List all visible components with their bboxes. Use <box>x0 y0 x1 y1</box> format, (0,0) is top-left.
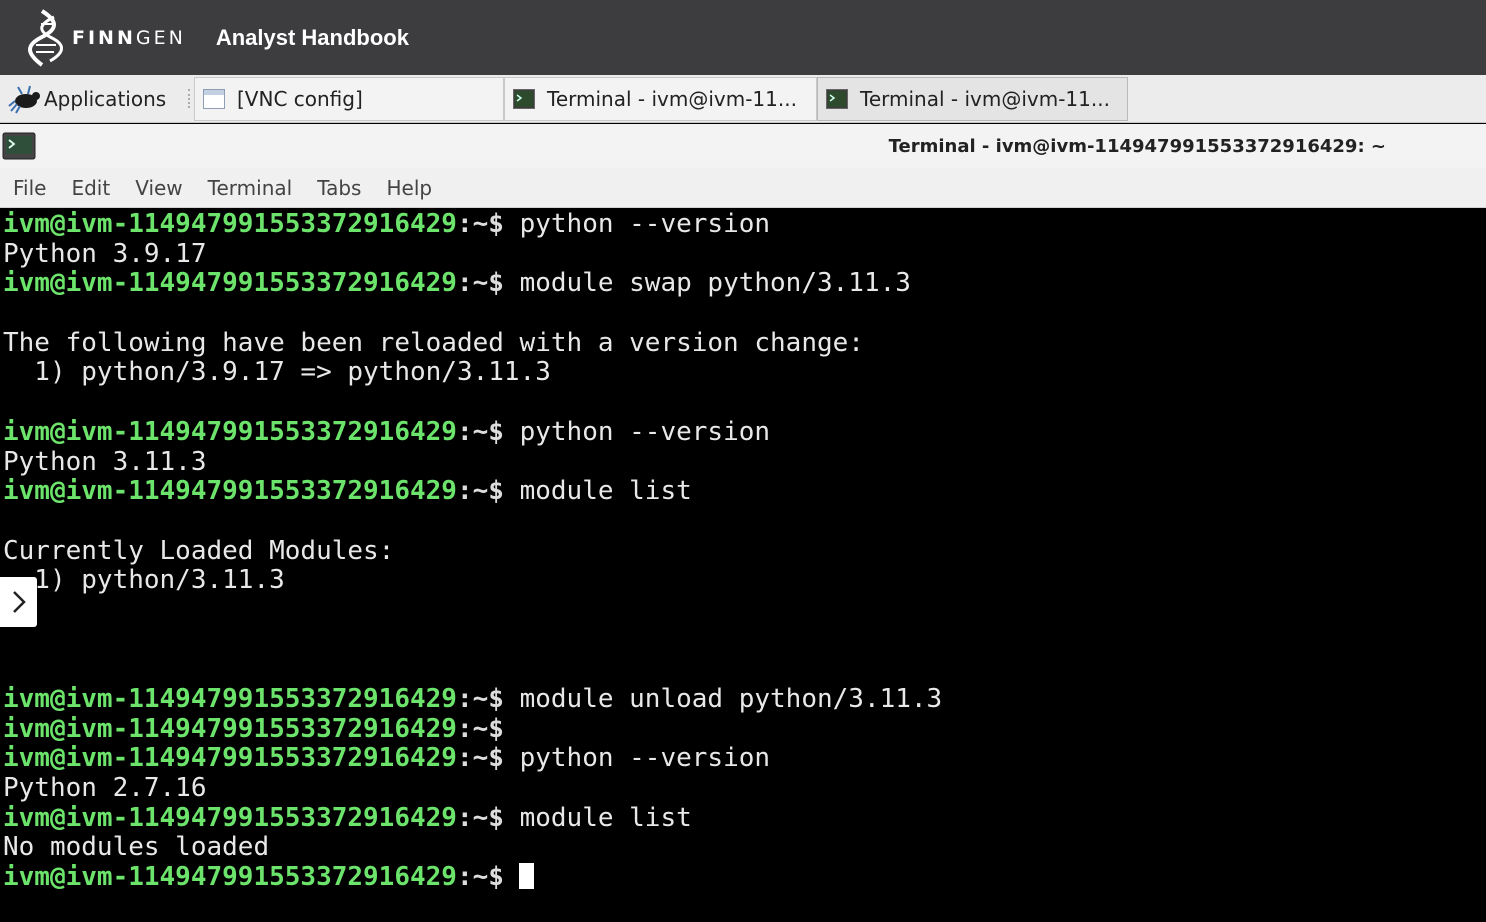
prompt-suffix: :~$ <box>456 209 504 239</box>
site-title[interactable]: Analyst Handbook <box>216 25 409 51</box>
task-vnc-config[interactable]: [VNC config] <box>194 77 504 121</box>
shell-prompt: ivm@ivm-114947991553372916429 <box>3 802 457 833</box>
command-text: module unload python/3.11.3 <box>503 684 943 714</box>
terminal-command-line: ivm@ivm-114947991553372916429:~$ python … <box>3 209 1486 240</box>
shell-prompt: ivm@ivm-114947991553372916429 <box>3 476 457 507</box>
shell-prompt: ivm@ivm-114947991553372916429 <box>3 713 457 744</box>
terminal-command-line: ivm@ivm-114947991553372916429:~$ module … <box>3 802 1486 834</box>
terminal-command-line: ivm@ivm-114947991553372916429:~$ python … <box>3 416 1486 448</box>
sidebar-expand-button[interactable] <box>0 577 37 627</box>
command-text: python --version <box>503 416 771 447</box>
terminal-command-line: ivm@ivm-114947991553372916429:~$ module … <box>3 684 1486 715</box>
window-titlebar[interactable]: Terminal - ivm@ivm-1149479915533729​1642… <box>0 124 1486 168</box>
terminal-output-line: Currently Loaded Modules: <box>3 535 1486 567</box>
terminal-command-line: ivm@ivm-114947991553372916429:~$ <box>3 713 1486 745</box>
task-terminal-2[interactable]: Terminal - ivm@ivm-11... <box>817 77 1128 121</box>
output-text: No modules loaded <box>3 832 270 863</box>
output-text: The following have been reloaded with a … <box>3 327 864 358</box>
logo-text: FINNGEN <box>72 26 186 49</box>
terminal-output-line: The following have been reloaded with a … <box>3 327 1486 359</box>
terminal-cursor <box>518 863 534 890</box>
shell-prompt: ivm@ivm-114947991553372916429 <box>3 209 457 239</box>
menu-file[interactable]: File <box>13 176 46 200</box>
prompt-suffix: :~$ <box>456 684 504 714</box>
prompt-suffix: :~$ <box>456 268 504 299</box>
command-text: module list <box>503 802 692 833</box>
output-text: 1) python/3.9.17 => python/3.11.3 <box>3 357 551 388</box>
command-text: python --version <box>503 743 771 774</box>
terminal-output[interactable]: ivm@ivm-114947991553372916429:~$ python … <box>0 209 1486 922</box>
applications-menu-button[interactable]: Applications <box>0 75 188 122</box>
task-label: Terminal - ivm@ivm-11... <box>547 87 797 111</box>
output-text: Currently Loaded Modules: <box>3 535 395 566</box>
terminal-output-line: 1) python/3.9.17 => python/3.11.3 <box>3 358 1486 388</box>
menu-edit[interactable]: Edit <box>71 176 110 200</box>
terminal-output-line: Python 2.7.16 <box>3 773 1486 804</box>
command-text: python --version <box>503 209 771 239</box>
output-text: 1) python/3.11.3 <box>3 565 285 596</box>
output-text: Python 2.7.16 <box>3 773 207 804</box>
output-text: Python 3.9.17 <box>3 238 207 269</box>
taskbar: Applications [VNC config] Terminal - ivm… <box>0 75 1486 123</box>
menu-tabs[interactable]: Tabs <box>317 176 361 200</box>
prompt-suffix: :~$ <box>456 862 504 893</box>
task-label: Terminal - ivm@ivm-11... <box>860 87 1110 111</box>
shell-prompt: ivm@ivm-114947991553372916429 <box>3 684 457 714</box>
chevron-right-icon <box>12 591 26 613</box>
prompt-suffix: :~$ <box>456 802 504 833</box>
output-text: Python 3.11.3 <box>3 446 207 477</box>
task-terminal-1[interactable]: Terminal - ivm@ivm-11... <box>504 77 817 121</box>
xfce-mouse-icon <box>8 85 40 113</box>
finngen-logo[interactable]: FINNGEN <box>28 7 186 69</box>
shell-prompt: ivm@ivm-114947991553372916429 <box>3 743 457 774</box>
prompt-suffix: :~$ <box>456 743 504 774</box>
terminal-output-line: 1) python/3.11.3 <box>3 565 1486 596</box>
terminal-command-line: ivm@ivm-114947991553372916429:~$ <box>3 862 1486 893</box>
terminal-output-line: No modules loaded <box>3 833 1486 863</box>
terminal-output-line: Python 3.9.17 <box>3 238 1486 270</box>
prompt-suffix: :~$ <box>456 713 504 744</box>
command-text: module swap python/3.11.3 <box>503 268 911 299</box>
menu-view[interactable]: View <box>135 176 182 200</box>
terminal-command-line: ivm@ivm-114947991553372916429:~$ module … <box>3 476 1486 507</box>
shell-prompt: ivm@ivm-114947991553372916429 <box>3 862 457 893</box>
menu-help[interactable]: Help <box>386 176 432 200</box>
shell-prompt: ivm@ivm-114947991553372916429 <box>3 416 457 447</box>
shell-prompt: ivm@ivm-114947991553372916429 <box>3 268 457 299</box>
terminal-output-line: Python 3.11.3 <box>3 446 1486 478</box>
dna-helix-icon <box>28 8 63 67</box>
window-icon <box>203 89 225 109</box>
prompt-suffix: :~$ <box>456 476 504 507</box>
terminal-icon <box>513 89 535 109</box>
menu-bar: File Edit View Terminal Tabs Help <box>0 168 1486 208</box>
task-label: [VNC config] <box>237 87 363 111</box>
menu-terminal[interactable]: Terminal <box>208 176 293 200</box>
terminal-app-icon[interactable] <box>2 131 36 161</box>
command-text: module list <box>503 476 692 507</box>
taskbar-separator <box>188 89 192 108</box>
terminal-command-line: ivm@ivm-114947991553372916429:~$ module … <box>3 269 1486 299</box>
terminal-icon <box>826 89 848 109</box>
prompt-suffix: :~$ <box>456 416 504 447</box>
terminal-command-line: ivm@ivm-114947991553372916429:~$ python … <box>3 744 1486 774</box>
applications-label: Applications <box>44 86 167 111</box>
site-header: FINNGEN Analyst Handbook <box>0 0 1486 75</box>
window-title: Terminal - ivm@ivm-1149479915533729​1642… <box>888 136 1386 157</box>
